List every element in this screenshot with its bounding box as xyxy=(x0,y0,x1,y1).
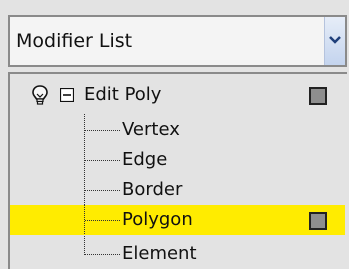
subobject-label: Border xyxy=(122,179,183,200)
modifier-stack: Edit Poly Vertex Edge Border Polygon Ele… xyxy=(8,72,347,269)
dropdown-arrow-button[interactable] xyxy=(324,17,345,65)
chevron-down-icon xyxy=(329,36,341,44)
selected-row-connector xyxy=(84,205,120,235)
subobject-label: Vertex xyxy=(122,119,180,140)
modifier-list-dropdown[interactable]: Modifier List xyxy=(8,15,347,67)
modifier-list-label: Modifier List xyxy=(16,30,133,52)
active-toggle-icon[interactable] xyxy=(309,87,327,105)
subobject-label: Element xyxy=(122,243,197,264)
subobject-label: Polygon xyxy=(122,209,193,230)
active-toggle-icon[interactable] xyxy=(309,212,327,230)
